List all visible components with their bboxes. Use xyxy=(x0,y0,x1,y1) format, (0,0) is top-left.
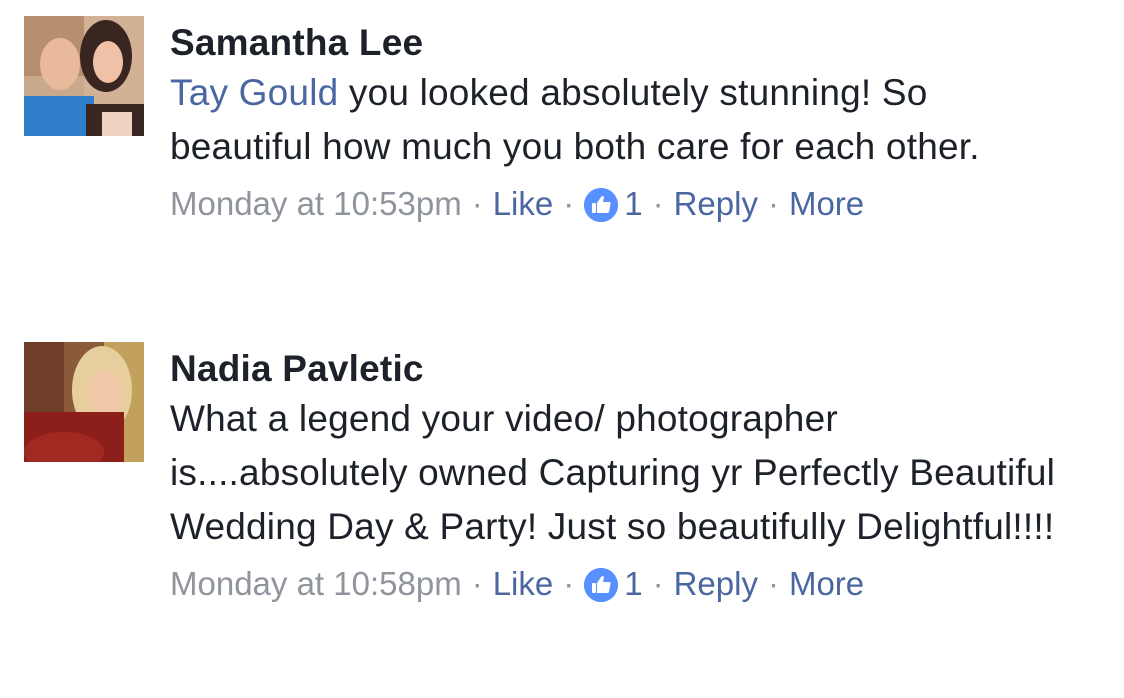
more-button[interactable]: More xyxy=(789,182,864,226)
thumbs-up-icon[interactable] xyxy=(584,568,619,602)
comment-actions: Monday at 10:58pm · Like · 1 · Reply · M… xyxy=(170,562,1070,606)
comment-author[interactable]: Nadia Pavletic xyxy=(170,346,1070,392)
comment-author[interactable]: Samantha Lee xyxy=(170,20,1070,66)
comment-actions: Monday at 10:53pm · Like · 1 · Reply · M… xyxy=(170,182,1070,226)
separator: · xyxy=(471,185,483,222)
like-button[interactable]: Like xyxy=(493,562,554,606)
separator: · xyxy=(767,565,779,602)
separator: · xyxy=(767,185,779,222)
reaction-count[interactable]: 1 xyxy=(624,562,642,606)
avatar[interactable] xyxy=(24,342,144,462)
separator: · xyxy=(471,565,483,602)
separator: · xyxy=(563,565,575,602)
timestamp[interactable]: Monday at 10:58pm xyxy=(170,562,462,606)
comment-text: What a legend your video/ photographer i… xyxy=(170,392,1070,554)
avatar[interactable] xyxy=(24,16,144,136)
separator: · xyxy=(652,185,664,222)
more-button[interactable]: More xyxy=(789,562,864,606)
reply-button[interactable]: Reply xyxy=(674,562,758,606)
comment-text: Tay Gould you looked absolutely stunning… xyxy=(170,66,1070,174)
thumbs-up-icon[interactable] xyxy=(584,188,619,222)
timestamp[interactable]: Monday at 10:53pm xyxy=(170,182,462,226)
reaction-count[interactable]: 1 xyxy=(624,182,642,226)
separator: · xyxy=(652,565,664,602)
comment-body: What a legend your video/ photographer i… xyxy=(170,398,1056,547)
reply-button[interactable]: Reply xyxy=(674,182,758,226)
mention-link[interactable]: Tay Gould xyxy=(170,72,338,113)
separator: · xyxy=(563,185,575,222)
like-button[interactable]: Like xyxy=(493,182,554,226)
